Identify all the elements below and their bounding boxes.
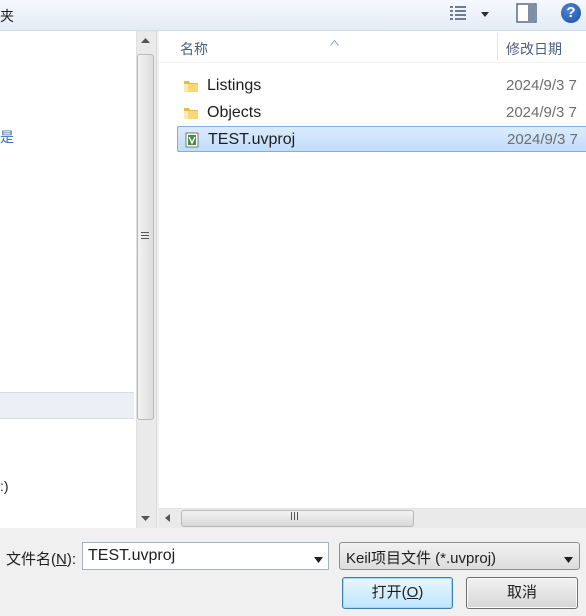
column-header-date[interactable]: 修改日期 (506, 39, 562, 59)
file-name: TEST.uvproj (208, 131, 296, 148)
scroll-up-arrow-icon[interactable] (136, 33, 155, 49)
nav-drive-fragment[interactable]: :) (0, 478, 9, 494)
file-row-listings[interactable]: Listings 2024/9/3 7 (177, 73, 586, 99)
filename-label: 文件名(N): (6, 551, 77, 568)
preview-pane-icon[interactable] (516, 3, 537, 23)
folder-icon (183, 105, 199, 121)
cancel-button[interactable]: 取消 (466, 577, 578, 609)
file-row-objects[interactable]: Objects 2024/9/3 7 (177, 100, 586, 126)
open-button[interactable]: 打开(O) (342, 577, 453, 609)
nav-item-fragment[interactable]: 是 (0, 127, 14, 147)
file-name: Listings (207, 77, 262, 94)
uvproj-file-icon (184, 132, 200, 148)
file-date: 2024/9/3 7 (506, 77, 577, 94)
address-bar-fragment: 夹 (0, 8, 14, 24)
file-type-value[interactable]: Keil项目文件 (*.uvproj) (346, 547, 496, 568)
sort-ascending-icon (330, 33, 339, 46)
column-header-name[interactable]: 名称 (180, 39, 208, 59)
file-row-test-uvproj[interactable]: TEST.uvproj 2024/9/3 7 (177, 126, 586, 152)
dialog-toolbar (0, 0, 586, 31)
scroll-down-arrow-icon[interactable] (136, 510, 155, 526)
folder-icon (183, 78, 199, 94)
view-options-icon[interactable] (449, 4, 467, 22)
help-icon[interactable]: ? (561, 3, 581, 23)
scroll-left-arrow-icon[interactable] (161, 510, 175, 526)
column-separator[interactable] (497, 33, 498, 60)
file-date: 2024/9/3 7 (506, 104, 577, 121)
filename-input-value[interactable]: TEST.uvproj (88, 547, 175, 565)
navigation-pane[interactable] (0, 31, 136, 528)
file-name: Objects (207, 104, 262, 121)
nav-item-highlight[interactable] (0, 392, 134, 419)
file-type-dropdown-arrow-icon[interactable] (563, 551, 574, 563)
file-date: 2024/9/3 7 (507, 131, 578, 148)
filename-dropdown-arrow-icon[interactable] (313, 551, 324, 563)
scroll-grip-icon (140, 231, 151, 240)
scroll-grip-icon (290, 511, 299, 524)
view-dropdown-arrow-icon[interactable] (479, 7, 491, 19)
